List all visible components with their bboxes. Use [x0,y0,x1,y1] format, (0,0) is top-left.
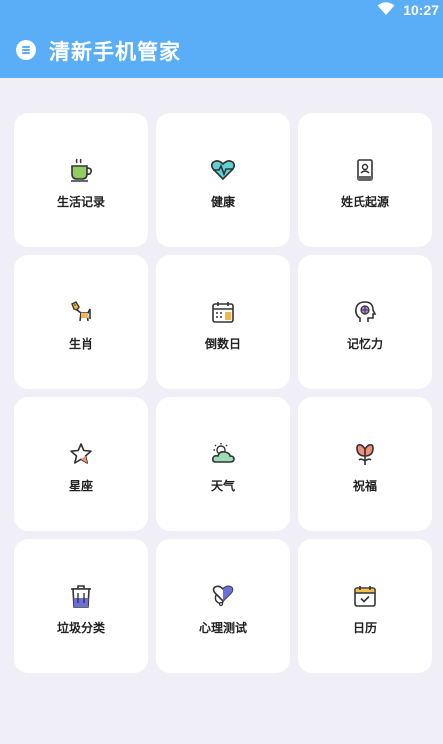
tile-label: 倒数日 [204,337,241,351]
tile-garbage-sorting[interactable]: 垃圾分类 [14,539,148,673]
calendar-countdown-icon [212,302,234,323]
calendar-check-icon [354,586,376,607]
tile-label: 日历 [352,621,377,635]
tile-health[interactable]: 健康 [156,113,290,247]
tile-countdown[interactable]: 倒数日 [156,255,290,389]
dog-icon [71,301,91,322]
wifi-icon [377,2,395,15]
tile-calendar[interactable]: 日历 [298,539,432,673]
brain-head-icon [355,301,377,322]
tile-label: 祝福 [352,479,377,493]
tile-constellation[interactable]: 星座 [14,397,148,531]
tile-weather[interactable]: 天气 [156,397,290,531]
status-time: 10:27 [403,2,439,18]
tile-psych-test[interactable]: 心理测试 [156,539,290,673]
tile-blessing[interactable]: 祝福 [298,397,432,531]
tile-label: 心理测试 [198,621,247,635]
app-header: 10:27 清新手机管家 [0,0,443,78]
book-icon [357,159,373,181]
tile-memory[interactable]: 记忆力 [298,255,432,389]
feature-grid: 生活记录 健康 姓氏起源 生肖 倒数日 记忆力 星座 天气 祝福 垃圾分类 心理… [14,113,432,673]
tile-label: 记忆力 [346,337,383,351]
teacup-icon [71,158,92,182]
cloud-sun-icon [212,443,235,463]
tile-surname-origin[interactable]: 姓氏起源 [298,113,432,247]
tile-zodiac[interactable]: 生肖 [14,255,148,389]
app-title: 清新手机管家 [49,40,181,64]
tile-life-record[interactable]: 生活记录 [14,113,148,247]
heart-pulse-icon [210,160,236,181]
tile-label: 健康 [210,195,235,209]
tile-label: 姓氏起源 [340,195,389,209]
trash-bin-icon [71,585,91,608]
tile-label: 星座 [68,479,93,493]
star-icon [70,443,92,464]
status-bar: 10:27 [0,0,443,22]
tile-label: 生活记录 [56,195,105,209]
tile-label: 生肖 [68,337,93,351]
tile-label: 天气 [210,479,235,493]
heart-stethoscope-icon [212,585,234,607]
tile-label: 垃圾分类 [56,621,105,635]
menu-icon[interactable] [16,40,36,60]
tulip-icon [356,444,374,465]
